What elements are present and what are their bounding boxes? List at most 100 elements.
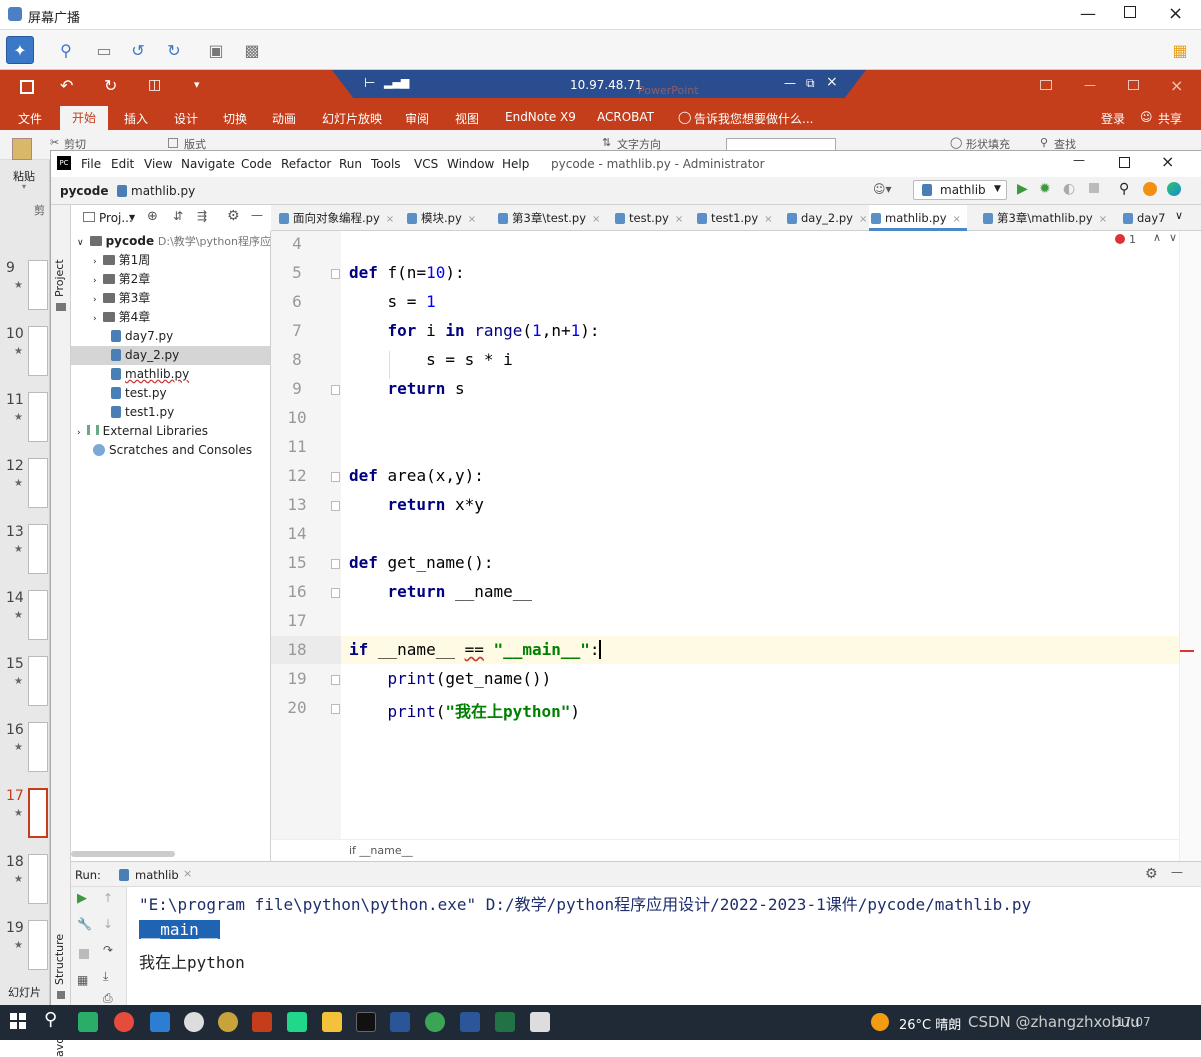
fullscreen-icon[interactable]: ▦ xyxy=(1166,36,1194,64)
scroll-end-icon[interactable]: ⤓ xyxy=(103,969,108,984)
windows-start-icon[interactable] xyxy=(10,1013,26,1029)
tabs-overflow-icon[interactable]: ∨ xyxy=(1175,209,1183,222)
scroll-up-icon[interactable]: ↑ xyxy=(103,891,113,905)
tree-file[interactable]: day7.py xyxy=(111,327,173,346)
tell-me-search[interactable]: 告诉我您想要做什么... xyxy=(694,110,813,127)
collapse-all-icon[interactable]: ⇶ xyxy=(197,209,207,223)
monitor-icon[interactable]: ▭ xyxy=(90,36,118,64)
tab-endnote[interactable]: EndNote X9 xyxy=(505,110,576,124)
menu-file[interactable]: File xyxy=(81,157,101,171)
layout-icon[interactable]: ▦ xyxy=(77,973,88,987)
tree-file[interactable]: test.py xyxy=(111,384,167,403)
save-icon[interactable] xyxy=(20,80,34,94)
tree-file-selected[interactable]: day_2.py xyxy=(71,346,270,365)
tab-home[interactable]: 开始 xyxy=(60,106,109,130)
pycharm-icon[interactable] xyxy=(287,1012,307,1032)
search-icon[interactable]: ⚲ xyxy=(44,1009,57,1030)
close-icon[interactable]: × xyxy=(764,214,772,225)
project-view-select[interactable]: Proj... xyxy=(99,211,133,225)
redo-icon[interactable]: ↻ xyxy=(160,36,188,64)
tree-folder[interactable]: › 第4章 xyxy=(93,308,150,327)
tab-test1[interactable]: test1.py × xyxy=(695,205,773,231)
tree-folder[interactable]: › 第1周 xyxy=(93,251,150,270)
tree-file[interactable]: test1.py xyxy=(111,403,174,422)
breadcrumb-item[interactable]: if __name__ xyxy=(349,844,413,857)
remote-close[interactable]: × xyxy=(826,74,838,90)
terminal-icon[interactable] xyxy=(356,1012,376,1032)
tree-file[interactable]: mathlib.py xyxy=(111,365,189,384)
error-icon[interactable] xyxy=(1115,234,1125,244)
notepad-icon[interactable] xyxy=(530,1012,550,1032)
customize-icon[interactable]: ▾ xyxy=(194,78,200,91)
tab-transitions[interactable]: 切换 xyxy=(223,110,247,127)
close-button[interactable]: × xyxy=(1168,3,1183,24)
close-icon[interactable]: × xyxy=(183,867,192,880)
app-icon[interactable] xyxy=(425,1012,445,1032)
tree-folder[interactable]: › 第3章 xyxy=(93,289,150,308)
close-icon[interactable]: × xyxy=(468,214,476,225)
fold-icon[interactable] xyxy=(331,269,340,279)
fold-icon[interactable] xyxy=(331,704,340,714)
menu-help[interactable]: Help xyxy=(502,157,529,171)
chat-icon[interactable] xyxy=(184,1012,204,1032)
tab-test[interactable]: test.py × xyxy=(613,205,683,231)
expand-all-icon[interactable]: ⇵ xyxy=(173,209,183,223)
menu-view[interactable]: View xyxy=(144,157,172,171)
hide-panel-icon[interactable]: — xyxy=(251,208,263,222)
pointer-icon[interactable]: ✦ xyxy=(6,36,34,64)
structure-tool-tab[interactable]: Structure xyxy=(53,934,66,985)
tab-acrobat[interactable]: ACROBAT xyxy=(597,110,654,124)
chrome-icon[interactable] xyxy=(114,1012,134,1032)
ribbon-options-icon[interactable] xyxy=(1040,80,1052,90)
debug-icon[interactable]: ✹ xyxy=(1039,181,1051,197)
tab-day2[interactable]: day_2.py × xyxy=(785,205,867,231)
tab-insert[interactable]: 插入 xyxy=(124,110,148,127)
screen-icon[interactable]: ▩ xyxy=(238,36,266,64)
broadcast-app-icon[interactable] xyxy=(218,1012,238,1032)
menu-tools[interactable]: Tools xyxy=(371,157,401,171)
gear-icon[interactable]: ⚙ xyxy=(1145,866,1158,882)
fold-icon[interactable] xyxy=(331,559,340,569)
pc-close[interactable]: × xyxy=(1161,152,1174,171)
ppt-restore[interactable] xyxy=(1128,80,1139,90)
locate-icon[interactable]: ⊕ xyxy=(147,209,158,224)
login-link[interactable]: 登录 xyxy=(1101,110,1125,127)
word-icon[interactable] xyxy=(460,1012,480,1032)
tab-oop[interactable]: 面向对象编程.py × xyxy=(277,205,394,231)
ppt-minimize[interactable]: — xyxy=(1084,78,1096,92)
remote-minimize[interactable]: — xyxy=(784,76,796,90)
hide-panel-icon[interactable]: — xyxy=(1171,865,1183,879)
user-icon[interactable]: ☺▾ xyxy=(873,182,892,196)
next-error-icon[interactable]: ∨ xyxy=(1169,231,1177,244)
tree-scratches[interactable]: Scratches and Consoles xyxy=(93,441,252,460)
zoom-icon[interactable]: ⚲ xyxy=(52,36,80,64)
app-icon[interactable] xyxy=(150,1012,170,1032)
cut-icon[interactable]: ✂ xyxy=(50,136,59,149)
code-editor[interactable]: def f(n=10): s = 1 for i in range(1,n+1)… xyxy=(341,231,1179,861)
menu-navigate[interactable]: Navigate xyxy=(181,157,235,171)
rerun-icon[interactable]: ▶ xyxy=(77,891,87,906)
update-icon[interactable] xyxy=(1143,182,1157,196)
tab-day7[interactable]: day7 xyxy=(1121,205,1165,231)
pc-minimize[interactable]: — xyxy=(1073,153,1085,167)
camera-icon[interactable]: ▣ xyxy=(202,36,230,64)
paste-dropdown-icon[interactable]: ▾ xyxy=(22,182,26,191)
tab-ch3-mathlib[interactable]: 第3章\mathlib.py × xyxy=(981,205,1107,231)
tab-module[interactable]: 模块.py × xyxy=(405,205,476,231)
remote-restore[interactable]: ⧉ xyxy=(806,76,815,91)
ppt-close[interactable]: × xyxy=(1170,76,1183,95)
stop-icon[interactable] xyxy=(1089,183,1099,193)
prev-error-icon[interactable]: ∧ xyxy=(1153,231,1161,244)
share-button[interactable]: 共享 xyxy=(1158,110,1182,127)
present-icon[interactable]: ◫ xyxy=(148,77,161,93)
pc-maximize[interactable] xyxy=(1119,157,1130,168)
tab-mathlib[interactable]: mathlib.py × xyxy=(869,205,967,231)
excel-icon[interactable] xyxy=(495,1012,515,1032)
run-console[interactable]: "E:\program file\python\python.exe" D:/教… xyxy=(127,887,1201,1005)
soft-wrap-icon[interactable]: ↷ xyxy=(103,943,113,957)
undo-icon[interactable]: ↶ xyxy=(60,76,73,95)
error-count[interactable]: 1 xyxy=(1129,233,1136,246)
tab-view[interactable]: 视图 xyxy=(455,110,479,127)
fold-icon[interactable] xyxy=(331,501,340,511)
run-config-select[interactable]: mathlib ▼ xyxy=(913,180,1007,200)
